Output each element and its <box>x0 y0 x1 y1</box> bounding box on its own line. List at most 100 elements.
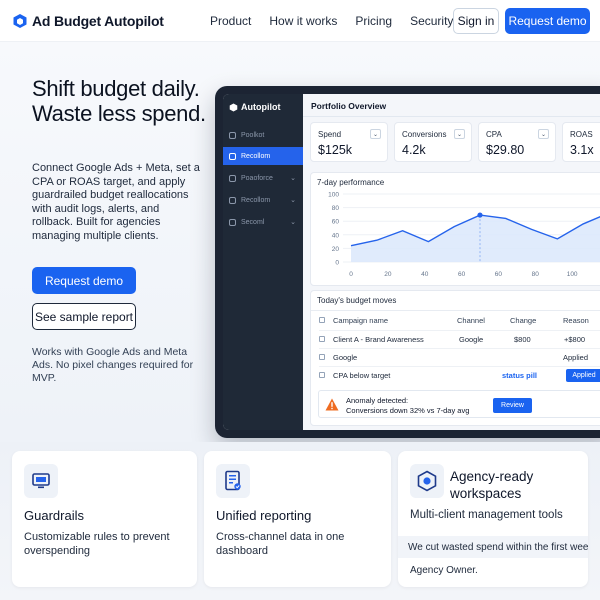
col-reason: Reason <box>563 316 589 325</box>
feature-description: Cross-channel data in one dashboard <box>216 531 345 557</box>
nav-links: Product How it works Pricing Security <box>210 0 471 42</box>
kpi-label: Spend <box>318 130 342 139</box>
kpi-roas[interactable]: ROAS 3.1x <box>562 122 600 162</box>
hero-note: Works with Google Ads and Meta Ads. No p… <box>32 346 194 384</box>
feature-title: Guardrails <box>24 508 84 523</box>
performance-chart: 02040608010002040606080100120 <box>328 192 600 278</box>
anomaly-alert: Anomaly detected: Conversions down 32% v… <box>318 390 600 418</box>
monitor-icon <box>32 473 50 489</box>
feature-title: Unified reporting <box>216 508 312 523</box>
chevron-down-icon[interactable]: ⌄ <box>454 129 465 139</box>
request-demo-nav-button[interactable]: Request demo <box>505 8 590 34</box>
divider <box>303 116 600 117</box>
chart-area <box>351 215 600 262</box>
testimonial-author: Agency Owner. <box>410 565 478 576</box>
hero-title: Shift budget daily. Waste less spend. <box>32 76 206 126</box>
kpi-cpa[interactable]: CPA ⌄ $29.80 <box>478 122 556 162</box>
cell-channel: Google <box>459 335 484 344</box>
status-pill[interactable]: status pill <box>502 371 537 380</box>
applied-badge[interactable]: Applied <box>566 369 600 382</box>
y-tick-label: 100 <box>328 192 339 199</box>
sidebar-grid-icon <box>229 152 236 160</box>
nav-link-product[interactable]: Product <box>210 14 251 28</box>
row-checkbox[interactable] <box>319 372 325 378</box>
sidebar-item-label: Secoml <box>241 218 265 226</box>
sign-in-button[interactable]: Sign in <box>453 8 499 34</box>
sidebar-home-icon <box>229 131 236 139</box>
table-row[interactable]: Google Applied <box>311 349 600 367</box>
sidebar-item-2[interactable]: Recollom <box>223 147 303 165</box>
kpi-label: ROAS <box>570 130 593 139</box>
kpi-spend[interactable]: Spend ⌄ $125k <box>310 122 388 162</box>
review-button[interactable]: Review <box>493 398 532 413</box>
workspace-icon <box>417 470 437 492</box>
kpi-value: $125k <box>318 143 353 157</box>
row-checkbox[interactable] <box>319 336 325 342</box>
budget-moves-title: Today's budget moves <box>317 296 397 305</box>
sidebar-settings-icon <box>229 218 236 226</box>
sidebar-item-3[interactable]: Poaoforce ⌄ <box>223 169 303 187</box>
sidebar-item-label: Recollom <box>241 152 271 160</box>
cell-reason: +$800 <box>564 335 586 344</box>
logo-icon <box>13 13 27 28</box>
testimonial-quote: We cut wasted spend within the first wee… <box>398 536 588 558</box>
performance-panel: 7-day performance 0 20 40 60 80 100 0 20 40 60 60 8… <box>310 172 600 286</box>
cell-change: $800 <box>514 335 531 344</box>
chevron-down-icon: ⌄ <box>290 197 296 204</box>
y-tick-label: 40 <box>332 232 340 239</box>
feature-card-reporting: Unified reporting Cross-channel data in … <box>204 451 391 587</box>
table-row[interactable]: CPA below target status pill Applied <box>311 367 600 385</box>
chevron-down-icon[interactable]: ⌄ <box>370 129 381 139</box>
chevron-down-icon[interactable]: ⌄ <box>538 129 549 139</box>
portfolio-title: Portfolio Overview <box>311 101 387 111</box>
agency-title: Agency-ready workspaces <box>450 469 534 501</box>
anomaly-title: Anomaly detected: <box>346 396 409 405</box>
kpi-value: 4.2k <box>402 143 426 157</box>
top-nav: Ad Budget Autopilot Product How it works… <box>0 0 600 42</box>
highlight-point <box>477 212 483 218</box>
select-all-checkbox[interactable] <box>319 317 325 323</box>
sidebar-item-1[interactable]: Poolkot <box>223 126 303 144</box>
cell-campaign: CPA below target <box>333 371 391 380</box>
nav-link-pricing[interactable]: Pricing <box>355 14 392 28</box>
sidebar-chart-icon <box>229 174 236 182</box>
nav-link-how-it-works[interactable]: How it works <box>269 14 337 28</box>
app-logo-icon <box>229 102 238 112</box>
x-tick-label: 60 <box>458 271 466 278</box>
x-tick-label: 40 <box>421 271 429 278</box>
feature-card-guardrails: Guardrails Customizable rules to prevent… <box>12 451 197 587</box>
sample-report-button[interactable]: See sample report <box>32 303 136 330</box>
sidebar-item-label: Recollom <box>241 196 271 204</box>
sidebar-list-icon <box>229 196 236 204</box>
sidebar-item-label: Poaoforce <box>241 174 273 182</box>
cell-campaign: Client A - Brand Awareness <box>333 335 424 344</box>
chevron-down-icon: ⌄ <box>290 219 296 226</box>
table-header: Campaign name Channel Change Reason <box>311 312 600 330</box>
sidebar-item-4[interactable]: Recollom ⌄ <box>223 191 303 209</box>
col-campaign: Campaign name <box>333 316 389 325</box>
budget-moves-panel: Today's budget moves Campaign name Chann… <box>310 290 600 426</box>
x-tick-label: 0 <box>349 271 353 278</box>
y-tick-label: 60 <box>332 219 340 226</box>
row-checkbox[interactable] <box>319 354 325 360</box>
col-channel: Channel <box>457 316 485 325</box>
x-tick-label: 80 <box>532 271 540 278</box>
brand-name: Ad Budget Autopilot <box>32 12 164 29</box>
table-row[interactable]: Client A - Brand Awareness Google $800 +… <box>311 331 600 349</box>
nav-link-security[interactable]: Security <box>410 14 453 28</box>
request-demo-button[interactable]: Request demo <box>32 267 136 294</box>
kpi-label: Conversions <box>402 130 447 139</box>
agency-subtitle: Multi-client management tools <box>410 509 563 521</box>
kpi-label: CPA <box>486 130 502 139</box>
cell-reason: Applied <box>563 353 589 362</box>
device-mockup: Autopilot Poolkot Recollom Poaoforce ⌄ Re… <box>215 86 600 438</box>
feature-description: Customizable rules to prevent overspendi… <box>24 531 170 557</box>
x-tick-label: 100 <box>567 271 578 278</box>
feature-icon-wrap <box>410 464 444 498</box>
report-icon <box>225 470 241 491</box>
feature-icon-wrap <box>216 464 250 498</box>
anomaly-text: Conversions down 32% vs 7-day avg <box>346 406 470 415</box>
sidebar-item-5[interactable]: Secoml ⌄ <box>223 213 303 231</box>
feature-icon-wrap <box>24 464 58 498</box>
kpi-conversions[interactable]: Conversions ⌄ 4.2k <box>394 122 472 162</box>
